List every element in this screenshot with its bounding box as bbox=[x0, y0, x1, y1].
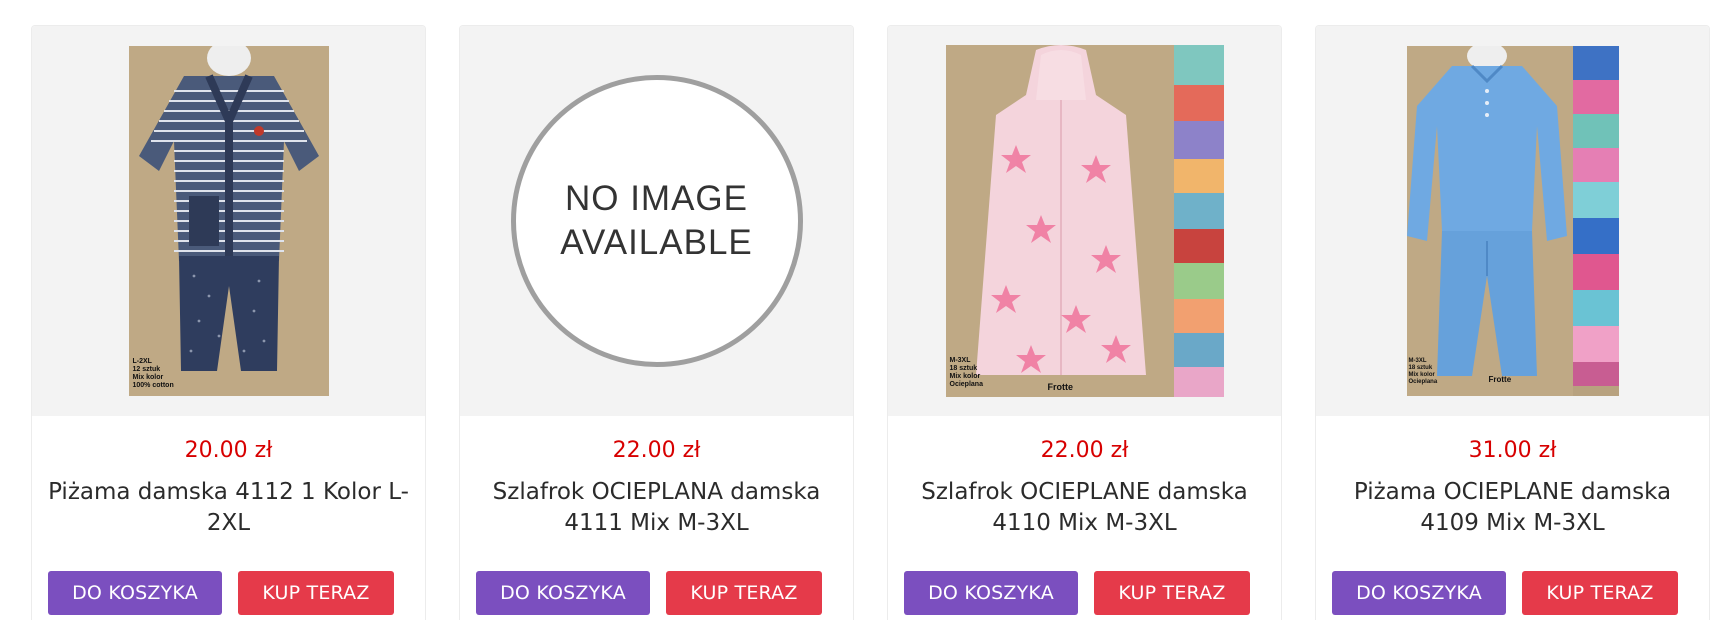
image-caption: Frotte bbox=[1488, 375, 1512, 384]
image-label-line: Mix kolor bbox=[1408, 372, 1435, 378]
product-image-area[interactable]: L-2XL 12 sztuk Mix kolor 100% cotton bbox=[32, 26, 425, 416]
product-price: 22.00 zł bbox=[612, 438, 701, 463]
product-grid: L-2XL 12 sztuk Mix kolor 100% cotton 20.… bbox=[31, 25, 1711, 620]
image-label-line: Ocieplana bbox=[949, 381, 983, 388]
product-card: M-3XL 18 sztuk Mix kolor Ocieplana Frott… bbox=[1315, 25, 1710, 620]
add-to-cart-button[interactable]: DO KOSZYKA bbox=[904, 571, 1078, 615]
product-image-area[interactable]: M-3XL 18 sztuk Mix kolor Ocieplana Frott… bbox=[888, 26, 1281, 416]
product-card: L-2XL 12 sztuk Mix kolor 100% cotton 20.… bbox=[31, 25, 426, 620]
placeholder-text: AVAILABLE bbox=[560, 223, 753, 262]
image-label-line: Mix kolor bbox=[949, 373, 981, 380]
image-size-label: M-3XL 18 sztuk Mix kolor Ocieplana bbox=[1409, 358, 1438, 386]
buy-now-button[interactable]: KUP TERAZ bbox=[1094, 571, 1250, 615]
buy-now-button[interactable]: KUP TERAZ bbox=[666, 571, 822, 615]
pajama-illustration bbox=[128, 46, 329, 396]
image-size-label: L-2XL 12 sztuk Mix kolor 100% cotton bbox=[133, 358, 174, 390]
image-label-line: Mix kolor bbox=[132, 374, 164, 381]
product-price: 22.00 zł bbox=[1040, 438, 1129, 463]
product-photo[interactable]: M-3XL 18 sztuk Mix kolor Ocieplana Frott… bbox=[945, 45, 1224, 397]
product-image-area[interactable]: NO IMAGE AVAILABLE bbox=[460, 26, 853, 416]
image-label-line: 12 sztuk bbox=[132, 366, 161, 373]
add-to-cart-button[interactable]: DO KOSZYKA bbox=[1332, 571, 1506, 615]
no-image-placeholder: NO IMAGE AVAILABLE bbox=[510, 75, 803, 367]
product-photo[interactable]: L-2XL 12 sztuk Mix kolor 100% cotton bbox=[128, 46, 329, 396]
image-label-line: M-3XL bbox=[949, 357, 971, 364]
product-price: 20.00 zł bbox=[184, 438, 273, 463]
image-label-line: 18 sztuk bbox=[1408, 365, 1433, 371]
product-price: 31.00 zł bbox=[1468, 438, 1557, 463]
product-photo[interactable]: M-3XL 18 sztuk Mix kolor Ocieplana Frott… bbox=[1406, 46, 1619, 396]
placeholder-text: NO IMAGE bbox=[564, 179, 749, 218]
image-label-line: 100% cotton bbox=[132, 382, 174, 389]
product-card: NO IMAGE AVAILABLE 22.00 zł Szlafrok OCI… bbox=[459, 25, 854, 620]
product-title[interactable]: Szlafrok OCIEPLANA damska 4111 Mix M-3XL bbox=[472, 477, 841, 539]
add-to-cart-button[interactable]: DO KOSZYKA bbox=[476, 571, 650, 615]
product-card: M-3XL 18 sztuk Mix kolor Ocieplana Frott… bbox=[887, 25, 1282, 620]
image-label-line: M-3XL bbox=[1408, 358, 1427, 364]
buy-now-button[interactable]: KUP TERAZ bbox=[238, 571, 394, 615]
product-image-area[interactable]: M-3XL 18 sztuk Mix kolor Ocieplana Frott… bbox=[1316, 26, 1709, 416]
image-label-line: 18 sztuk bbox=[949, 365, 978, 372]
image-label-line: L-2XL bbox=[132, 358, 152, 365]
color-swatches bbox=[1173, 45, 1224, 397]
image-size-label: M-3XL 18 sztuk Mix kolor Ocieplana bbox=[950, 357, 983, 389]
add-to-cart-button[interactable]: DO KOSZYKA bbox=[48, 571, 222, 615]
image-label-line: Ocieplana bbox=[1408, 379, 1438, 385]
buy-now-button[interactable]: KUP TERAZ bbox=[1522, 571, 1678, 615]
product-title[interactable]: Piżama OCIEPLANE damska 4109 Mix M-3XL bbox=[1328, 477, 1697, 539]
product-title[interactable]: Piżama damska 4112 1 Kolor L-2XL bbox=[44, 477, 413, 539]
product-title[interactable]: Szlafrok OCIEPLANE damska 4110 Mix M-3XL bbox=[900, 477, 1269, 539]
color-swatches bbox=[1572, 46, 1619, 396]
image-caption: Frotte bbox=[1047, 382, 1074, 392]
